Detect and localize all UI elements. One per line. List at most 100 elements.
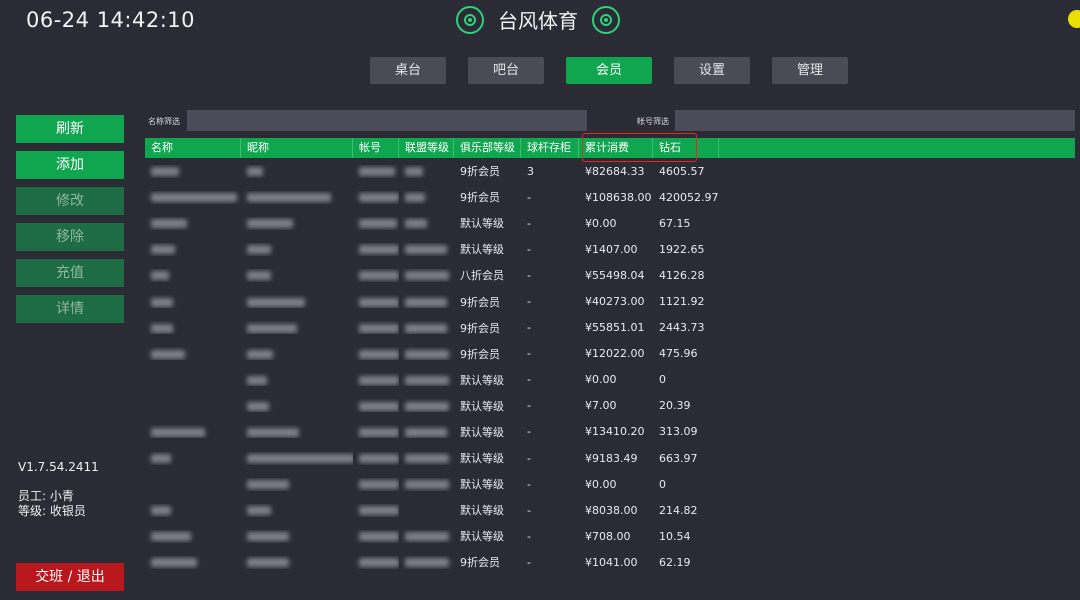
cell-name [145,165,241,178]
redacted-text [151,323,173,333]
table-row[interactable]: 默认等级 - ¥7.00 20.39 [145,393,1075,419]
cell-cue-locker: - [527,373,531,387]
cell-nickname [241,217,353,230]
column-header-name[interactable]: 名称 [145,138,241,158]
cell-account [353,243,399,256]
tab-settings[interactable]: 设置 [674,57,750,84]
redacted-text [247,271,271,281]
cell-total-spent: ¥708.00 [585,529,631,543]
cell-diamonds: 67.15 [659,216,691,230]
cell-cue-locker: - [527,242,531,256]
cell-diamonds: 420052.97 [659,190,719,204]
tab-bar[interactable]: 吧台 [468,57,544,84]
table-row[interactable]: 八折会员 - ¥55498.04 4126.28 [145,262,1075,288]
cell-name [145,556,241,569]
redacted-text [405,375,449,385]
redacted-text [359,323,399,333]
cell-union-level [399,373,454,386]
table-row[interactable]: 默认等级 - ¥1407.00 1922.65 [145,236,1075,262]
column-header-account[interactable]: 帐号 [353,138,399,158]
cell-union-level [399,191,454,204]
cell-cue-locker: - [527,555,531,569]
cell-nickname [241,321,353,334]
table-row[interactable]: 9折会员 - ¥12022.00 475.96 [145,341,1075,367]
redacted-text [247,480,289,490]
table-row[interactable]: 9折会员 - ¥55851.01 2443.73 [145,315,1075,341]
name-filter-input[interactable] [187,110,587,131]
table-row[interactable]: 默认等级 - ¥0.00 0 [145,471,1075,497]
cell-total-spent: ¥12022.00 [585,347,645,361]
redacted-text [151,245,175,255]
redacted-text [151,506,171,516]
account-filter-label: 帐号筛选 [637,117,669,126]
redacted-text [359,506,399,516]
cell-total-spent: ¥1041.00 [585,555,638,569]
redacted-text [247,193,331,203]
cell-account [353,452,399,465]
cell-nickname [241,191,353,204]
cell-union-level [399,478,454,491]
cell-club-level: 默认等级 [460,243,504,257]
table-row[interactable]: 9折会员 3 ¥82684.33 4605.57 [145,158,1075,184]
column-header-total-spent[interactable]: 累计消费 [579,138,653,158]
table-row[interactable]: 默认等级 - ¥13410.20 313.09 [145,419,1075,445]
redacted-text [247,558,289,568]
redacted-text [247,167,263,177]
redacted-text [405,532,449,542]
redacted-text [247,506,271,516]
column-header-nickname[interactable]: 昵称 [241,138,353,158]
cell-club-level: 默认等级 [460,425,504,439]
tab-members[interactable]: 会员 [566,57,652,84]
table-row[interactable]: 9折会员 - ¥40273.00 1121.92 [145,288,1075,314]
cell-diamonds: 10.54 [659,529,691,543]
cell-diamonds: 214.82 [659,503,698,517]
cell-account [353,399,399,412]
column-header-club-level[interactable]: 俱乐部等级 [454,138,521,158]
cell-diamonds: 313.09 [659,425,698,439]
edit-button[interactable]: 修改 [16,187,124,215]
redacted-text [151,219,187,229]
cell-nickname [241,243,353,256]
cell-total-spent: ¥82684.33 [585,164,645,178]
tab-table[interactable]: 桌台 [370,57,446,84]
refresh-button[interactable]: 刷新 [16,115,124,143]
cell-cue-locker: - [527,425,531,439]
redacted-text [359,454,399,464]
cell-account [353,530,399,543]
account-filter-input[interactable] [675,110,1075,131]
cell-union-level [399,452,454,465]
cell-union-level [399,399,454,412]
redacted-text [151,427,205,437]
redacted-text [247,375,267,385]
remove-button[interactable]: 移除 [16,223,124,251]
logout-button[interactable]: 交班 / 退出 [16,563,124,591]
recharge-button[interactable]: 充值 [16,259,124,287]
redacted-text [247,454,353,464]
redacted-text [359,193,399,203]
cell-cue-locker: - [527,529,531,543]
add-button[interactable]: 添加 [16,151,124,179]
column-header-union-level[interactable]: 联盟等级 [399,138,454,158]
cell-total-spent: ¥40273.00 [585,295,645,309]
cell-club-level: 默认等级 [460,452,504,466]
details-button[interactable]: 详情 [16,295,124,323]
tab-management[interactable]: 管理 [772,57,848,84]
table-row[interactable]: 默认等级 - ¥0.00 0 [145,367,1075,393]
cell-total-spent: ¥108638.00 [585,190,652,204]
cell-diamonds: 4126.28 [659,268,705,282]
redacted-text [405,245,447,255]
table-row[interactable]: 9折会员 - ¥108638.00 420052.97 [145,184,1075,210]
main-tabs: 桌台 吧台 会员 设置 管理 [370,57,848,84]
redacted-text [247,323,297,333]
table-row[interactable]: 默认等级 - ¥8038.00 214.82 [145,497,1075,523]
column-header-diamonds[interactable]: 钻石 [653,138,719,158]
table-row[interactable]: 默认等级 - ¥0.00 67.15 [145,210,1075,236]
redacted-text [151,454,171,464]
cell-total-spent: ¥8038.00 [585,503,638,517]
cell-nickname [241,295,353,308]
table-row[interactable]: 9折会员 - ¥1041.00 62.19 [145,549,1075,575]
table-row[interactable]: 默认等级 - ¥708.00 10.54 [145,523,1075,549]
column-header-cue-locker[interactable]: 球杆存柜 [521,138,579,158]
cell-club-level: 9折会员 [460,191,500,205]
table-row[interactable]: 默认等级 - ¥9183.49 663.97 [145,445,1075,471]
